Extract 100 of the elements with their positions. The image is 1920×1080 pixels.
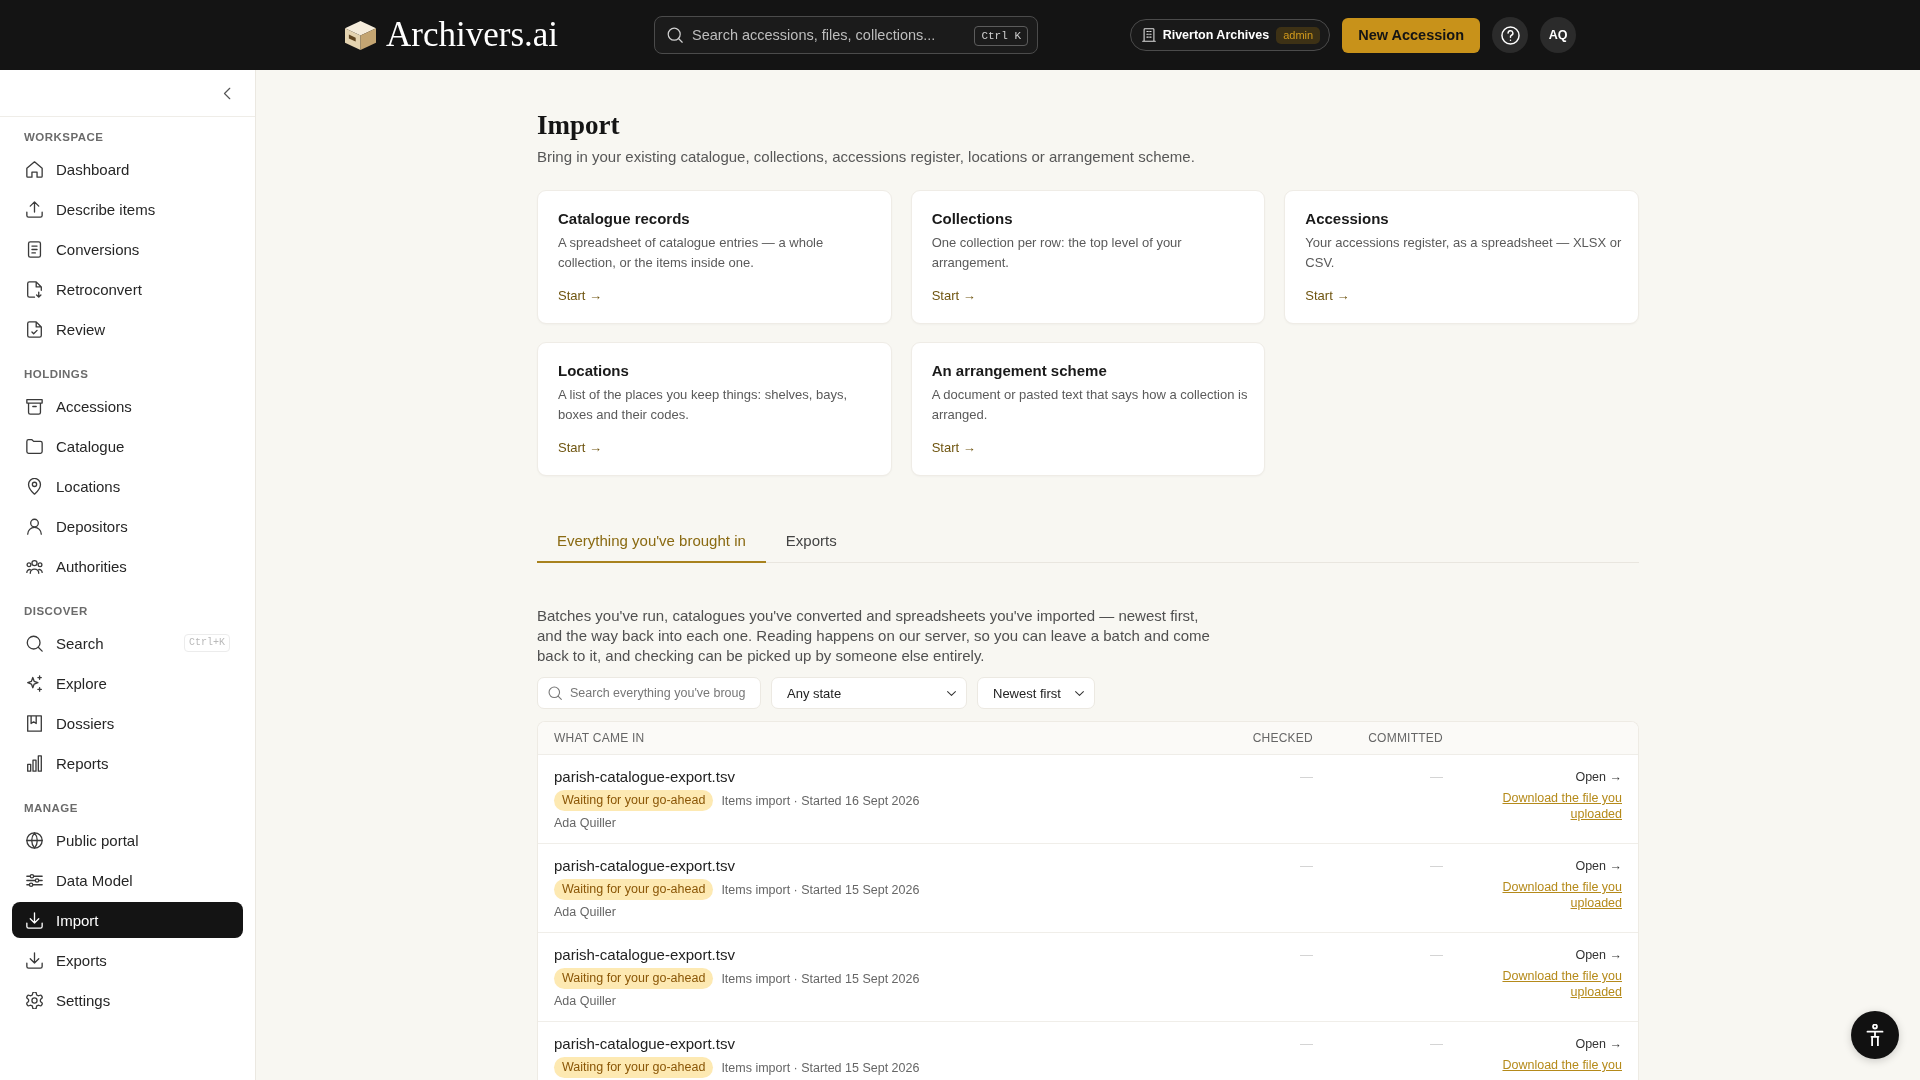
sidebar-item[interactable]: Catalogue xyxy=(12,428,243,464)
sidebar-item[interactable]: Data Model xyxy=(12,862,243,898)
sidebar-item[interactable]: Locations xyxy=(12,468,243,504)
download-icon xyxy=(26,911,43,929)
committed-value: — xyxy=(1430,769,1443,784)
sidebar-item[interactable]: Retroconvert xyxy=(12,271,243,307)
start-link[interactable]: Start → xyxy=(931,286,976,306)
sidebar-item[interactable]: Search Ctrl+K xyxy=(12,625,243,661)
author-name: Ada Quiller xyxy=(554,904,617,921)
sidebar-item[interactable]: Import xyxy=(12,902,243,938)
column-header: CHECKED xyxy=(1251,731,1313,745)
file-name: parish-catalogue-export.tsv xyxy=(554,1034,736,1054)
archive-box-icon xyxy=(26,397,43,415)
sidebar-item[interactable]: Dashboard xyxy=(12,151,243,187)
help-button[interactable] xyxy=(1492,17,1528,53)
open-link[interactable]: Open → xyxy=(1575,856,1622,876)
start-link[interactable]: Start → xyxy=(1305,286,1350,306)
column-header: COMMITTED xyxy=(1367,731,1443,745)
card-title: Collections xyxy=(931,209,1013,229)
committed-value: — xyxy=(1430,947,1443,962)
house-icon xyxy=(26,160,43,178)
settings-icon xyxy=(26,991,43,1009)
sidebar-item[interactable]: Public portal xyxy=(12,822,243,858)
folder-icon xyxy=(26,437,43,455)
open-link[interactable]: Open → xyxy=(1575,1034,1622,1054)
sidebar-item[interactable]: Dossiers xyxy=(12,705,243,741)
open-link[interactable]: Open → xyxy=(1575,945,1622,965)
committed-value: — xyxy=(1430,858,1443,873)
section-heading: HOLDINGS xyxy=(23,367,90,382)
tab[interactable]: Exports xyxy=(765,519,857,563)
bar-chart-icon xyxy=(26,754,43,772)
status-badge: Waiting for your go-ahead xyxy=(554,879,714,900)
file-check-icon xyxy=(26,320,43,338)
status-badge: Waiting for your go-ahead xyxy=(554,968,714,989)
status-badge: Waiting for your go-ahead xyxy=(554,790,714,811)
file-name: parish-catalogue-export.tsv xyxy=(554,945,736,965)
open-link[interactable]: Open → xyxy=(1575,767,1622,787)
import-details: Items import · Started 16 Sept 2026 xyxy=(721,792,920,810)
accessibility-icon xyxy=(1865,1024,1885,1046)
card-description: A list of the places you keep things: shelves, bays, boxes and their codes. xyxy=(558,386,849,424)
sidebar-item[interactable]: Review xyxy=(12,311,243,347)
card-description: A spreadsheet of catalogue entries — a whole collection, or the items inside one. xyxy=(558,234,825,272)
workspace-switcher[interactable]: Riverton Archives admin xyxy=(1129,19,1331,51)
brand-name[interactable]: Archivers.ai xyxy=(386,15,558,55)
section-heading: MANAGE xyxy=(23,801,79,816)
card-description: Your accessions register, as a spreadsheet — XLSX or CSV. xyxy=(1305,234,1622,272)
checked-value: — xyxy=(1300,769,1313,784)
sidebar-item[interactable]: Depositors xyxy=(12,508,243,544)
file-arrow-icon xyxy=(26,280,43,298)
download-icon xyxy=(26,951,43,969)
search-icon xyxy=(667,27,683,43)
committed-value: — xyxy=(1430,1036,1443,1051)
file-name: parish-catalogue-export.tsv xyxy=(554,856,736,876)
tab[interactable]: Everything you've brought in xyxy=(537,519,766,563)
column-header: WHAT CAME IN xyxy=(554,731,646,745)
import-details: Items import · Started 15 Sept 2026 xyxy=(721,881,920,899)
search-field[interactable]: Search everything you've broug xyxy=(537,677,761,709)
keyboard-shortcut-hint: Ctrl+K xyxy=(184,634,230,652)
globe-icon xyxy=(26,831,43,849)
box-logo-icon xyxy=(344,19,377,51)
page-subtitle: Bring in your existing catalogue, collections, accessions register, locations or arrangement scheme. xyxy=(537,147,1196,167)
start-link[interactable]: Start → xyxy=(931,438,976,458)
sidebar-item[interactable]: Settings xyxy=(12,982,243,1018)
sidebar-item[interactable]: Describe items xyxy=(12,191,243,227)
card-title: Catalogue records xyxy=(558,209,690,229)
sidebar-item[interactable]: Conversions xyxy=(12,231,243,267)
search-icon xyxy=(548,686,562,700)
section-description: Batches you've run, catalogues you've converted and spreadsheets you've imported — newest first, and the way back into each one. Reading happens on our server, so you can leave a batch and come back to it, and checking can be picked up by someone else entirely. xyxy=(537,606,1211,666)
book-icon xyxy=(26,714,43,732)
state-filter-dropdown[interactable]: Any state xyxy=(771,677,967,709)
map-pin-icon xyxy=(26,477,43,495)
sidebar-item[interactable]: Accessions xyxy=(12,388,243,424)
card-title: An arrangement scheme xyxy=(931,361,1107,381)
card-title: Locations xyxy=(558,361,629,381)
card-description: One collection per row: the top level of your arrangement. xyxy=(931,234,1183,272)
status-badge: Waiting for your go-ahead xyxy=(554,1057,714,1078)
section-heading: WORKSPACE xyxy=(23,130,105,145)
user-avatar[interactable]: AQ xyxy=(1540,17,1576,53)
sidebar-item[interactable]: Explore xyxy=(12,665,243,701)
sidebar-item[interactable]: Reports xyxy=(12,745,243,781)
sidebar-item[interactable]: Authorities xyxy=(12,548,243,584)
sort-dropdown[interactable]: Newest first xyxy=(977,677,1095,709)
document-icon xyxy=(26,240,43,258)
checked-value: — xyxy=(1300,1036,1313,1051)
start-link[interactable]: Start → xyxy=(558,438,603,458)
import-details: Items import · Started 15 Sept 2026 xyxy=(721,1059,920,1077)
upload-icon xyxy=(26,200,43,218)
keyboard-shortcut-hint: Ctrl K xyxy=(974,26,1028,46)
file-name: parish-catalogue-export.tsv xyxy=(554,767,736,787)
card-description: A document or pasted text that says how a collection is arranged. xyxy=(931,386,1249,424)
import-details: Items import · Started 15 Sept 2026 xyxy=(721,970,920,988)
sidebar-item[interactable]: Exports xyxy=(12,942,243,978)
people-group-icon xyxy=(26,557,43,575)
role-badge: admin xyxy=(1276,26,1321,44)
new-accession-button[interactable]: New Accession xyxy=(1342,17,1480,53)
start-link[interactable]: Start → xyxy=(558,286,603,306)
author-name: Ada Quiller xyxy=(554,815,617,832)
section-heading: DISCOVER xyxy=(23,604,89,619)
search-icon xyxy=(26,634,43,652)
checked-value: — xyxy=(1300,947,1313,962)
